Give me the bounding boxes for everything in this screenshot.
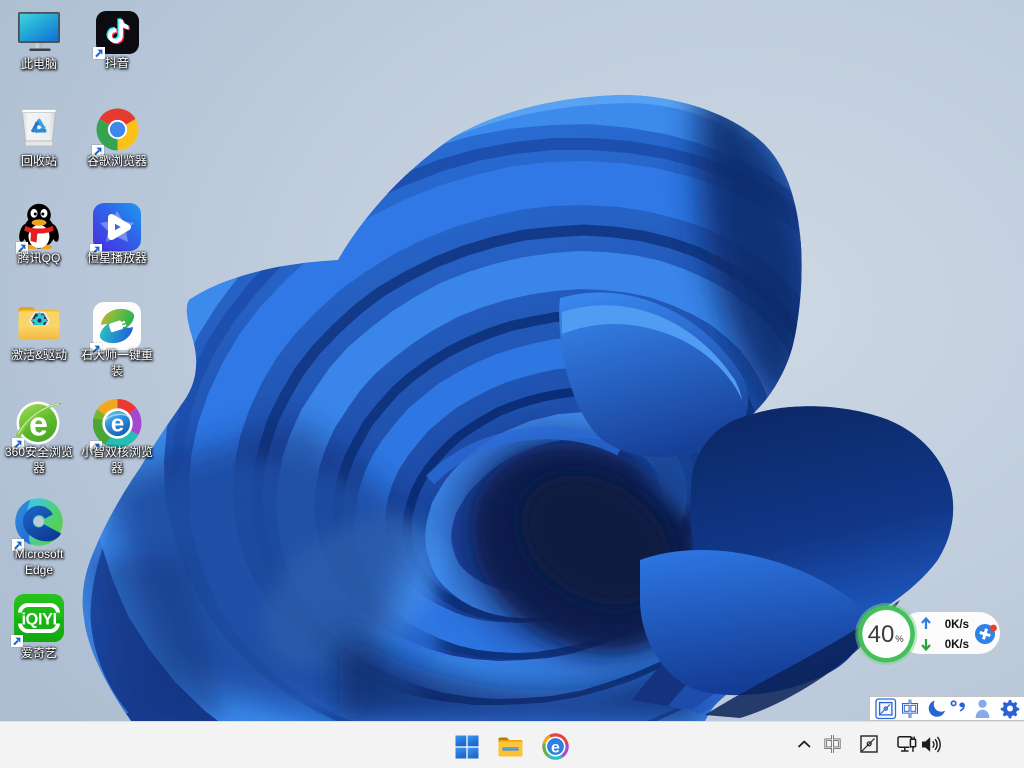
svg-text:0K/s: 0K/s bbox=[945, 639, 969, 651]
svg-text:iQIYI: iQIYI bbox=[21, 611, 56, 629]
svg-text:%: % bbox=[895, 634, 904, 645]
svg-text:e: e bbox=[110, 411, 123, 438]
svg-text:e: e bbox=[551, 739, 560, 756]
svg-text:40: 40 bbox=[868, 621, 895, 648]
svg-text:0K/s: 0K/s bbox=[945, 619, 969, 631]
